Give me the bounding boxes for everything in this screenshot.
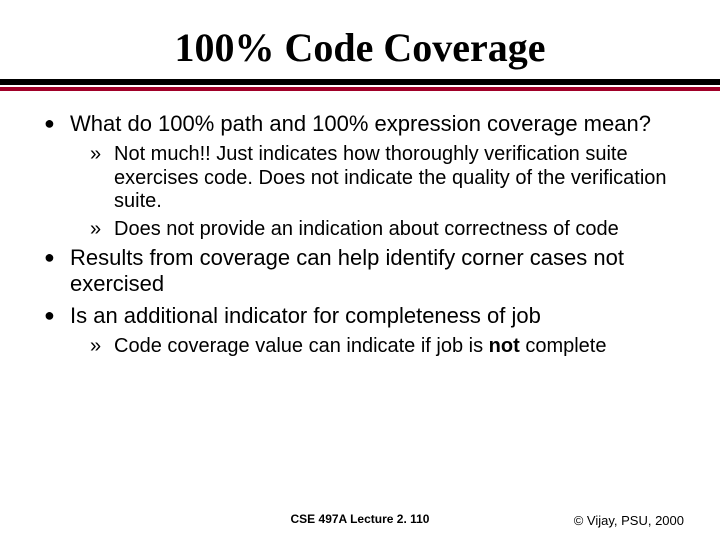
slide-title: 100% Code Coverage	[40, 24, 680, 71]
list-item: ● Results from coverage can help identif…	[40, 245, 680, 297]
bullet-dot-icon: ●	[44, 245, 70, 297]
bullet-text: Is an additional indicator for completen…	[70, 303, 680, 329]
bullet-text: Code coverage value can indicate if job …	[114, 335, 680, 359]
bullet-text: Does not provide an indication about cor…	[114, 218, 680, 242]
list-item: » Code coverage value can indicate if jo…	[40, 335, 680, 359]
bullet-text: Not much!! Just indicates how thoroughly…	[114, 143, 680, 214]
bullet-raquo-icon: »	[90, 143, 114, 214]
bold-keyword: not	[489, 335, 520, 357]
list-item: ● Is an additional indicator for complet…	[40, 303, 680, 329]
bullet-raquo-icon: »	[90, 218, 114, 242]
text-part: complete	[520, 335, 607, 357]
text-part: Code coverage value can indicate if job …	[114, 335, 489, 357]
list-item: » Not much!! Just indicates how thorough…	[40, 143, 680, 214]
bullet-text: Results from coverage can help identify …	[70, 245, 680, 297]
list-item: » Does not provide an indication about c…	[40, 218, 680, 242]
bullet-dot-icon: ●	[44, 303, 70, 329]
accent-bar	[0, 87, 720, 91]
slide-content: ● What do 100% path and 100% expression …	[40, 111, 680, 359]
bullet-raquo-icon: »	[90, 335, 114, 359]
divider-bar	[0, 79, 720, 85]
footer-right: © Vijay, PSU, 2000	[574, 513, 684, 528]
slide: 100% Code Coverage ● What do 100% path a…	[0, 0, 720, 540]
list-item: ● What do 100% path and 100% expression …	[40, 111, 680, 137]
bullet-dot-icon: ●	[44, 111, 70, 137]
bullet-text: What do 100% path and 100% expression co…	[70, 111, 680, 137]
